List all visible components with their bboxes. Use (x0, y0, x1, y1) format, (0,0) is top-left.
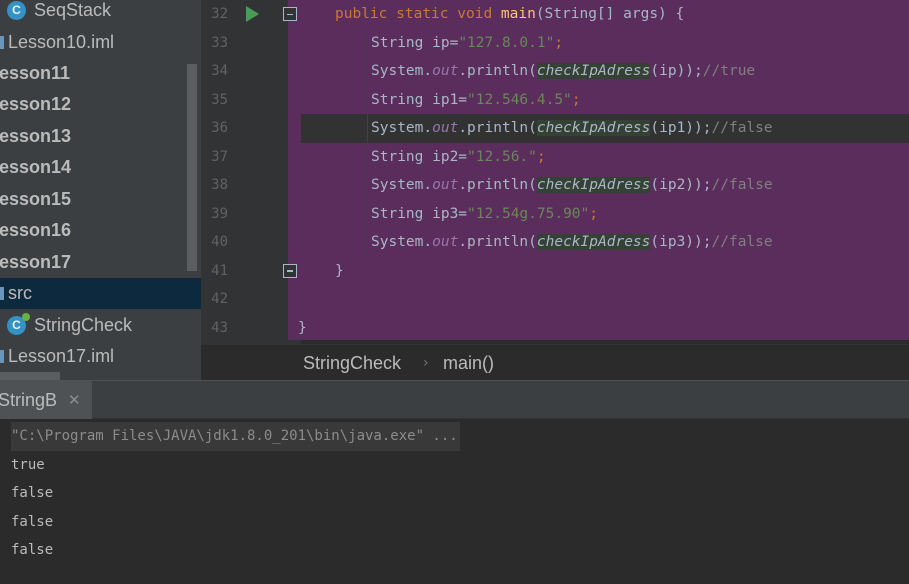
line-number: 35 (211, 91, 228, 108)
tree-horizontal-scrollbar[interactable] (0, 372, 201, 380)
tree-item-label: esson14 (0, 157, 72, 177)
code-line-37[interactable]: 37 String ip2="12.56."; (201, 143, 909, 172)
tree-item-label: SeqStack (34, 0, 112, 20)
runnable-icon (22, 313, 30, 321)
line-number: 40 (211, 234, 228, 250)
console-output-line: true (11, 456, 45, 473)
console-command-line: "C:\Program Files\JAVA\jdk1.8.0_201\bin\… (11, 422, 460, 451)
line-number: 32 (211, 6, 228, 22)
code-text: } (335, 262, 344, 279)
breadcrumb-separator-icon: › (423, 355, 429, 371)
code-text: String ip2="12.56."; (371, 148, 546, 165)
line-number: 39 (211, 205, 228, 222)
code-line-35[interactable]: 35 String ip1="12.546.4.5"; (201, 86, 909, 115)
line-number: 36 (211, 120, 228, 136)
line-number: 37 (211, 148, 228, 165)
code-line-32[interactable]: 32 public static void main(String[] args… (201, 0, 909, 29)
code-line-33[interactable]: 33 String ip="127.8.0.1"; (201, 29, 909, 58)
module-file-icon (0, 36, 4, 49)
close-icon[interactable]: ✕ (68, 381, 81, 420)
code-text: System.out.println(checkIpAdress(ip1));/… (371, 120, 773, 136)
code-text: System.out.println(checkIpAdress(ip2));/… (371, 177, 773, 193)
tree-item-lesson17-iml[interactable]: Lesson17.iml (0, 341, 201, 372)
tree-item-seqstack[interactable]: C SeqStack (0, 0, 201, 26)
line-number: 41 (211, 262, 228, 279)
tree-item-label: StringCheck (34, 315, 133, 335)
line-number: 34 (211, 63, 228, 79)
code-line-38[interactable]: 38 System.out.println(checkIpAdress(ip2)… (201, 171, 909, 200)
fold-icon[interactable] (283, 263, 297, 278)
code-text: } (298, 319, 307, 336)
tree-item-label: esson16 (0, 220, 72, 240)
code-text: String ip1="12.546.4.5"; (371, 91, 581, 108)
run-tab-label: StringB (0, 390, 58, 410)
tree-item-lesson13[interactable]: esson13 (0, 121, 201, 152)
code-text: System.out.println(checkIpAdress(ip3));/… (371, 234, 773, 250)
run-tab-stringb[interactable]: StringB ✕ (0, 381, 92, 420)
code-text: String ip3="12.54g.75.90"; (371, 205, 598, 222)
tree-item-label: src (8, 283, 32, 303)
tree-item-lesson11[interactable]: esson11 (0, 58, 201, 89)
tree-item-lesson16[interactable]: esson16 (0, 215, 201, 246)
code-line-39[interactable]: 39 String ip3="12.54g.75.90"; (201, 200, 909, 229)
tree-item-label: esson15 (0, 189, 72, 209)
project-tree[interactable]: C SeqStack Lesson10.iml esson11 esson12 … (0, 0, 201, 380)
tree-item-lesson14[interactable]: esson14 (0, 152, 201, 183)
tree-item-stringcheck[interactable]: C StringCheck (0, 310, 201, 341)
scrollbar-thumb[interactable] (0, 372, 60, 380)
module-file-icon (0, 350, 4, 363)
folder-icon (0, 287, 4, 300)
tree-item-src[interactable]: src (0, 278, 201, 309)
fold-icon[interactable] (283, 7, 297, 21)
line-number: 38 (211, 177, 228, 193)
code-line-42[interactable]: 42 (201, 285, 909, 314)
code-text: String ip="127.8.0.1"; (371, 34, 564, 51)
breadcrumb-file[interactable]: StringCheck (303, 345, 401, 381)
code-line-41[interactable]: 41 } (201, 257, 909, 286)
code-line-34[interactable]: 34 System.out.println(checkIpAdress(ip))… (201, 57, 909, 86)
breadcrumb-method[interactable]: main() (443, 345, 494, 381)
console-output-line: false (11, 542, 54, 558)
tree-item-label: Lesson10.iml (8, 32, 115, 52)
code-text: System.out.println(checkIpAdress(ip));//… (371, 63, 756, 79)
class-icon: C (7, 1, 26, 20)
breadcrumb: StringCheck › main() (201, 344, 909, 380)
tree-item-label: Lesson17.iml (8, 346, 115, 366)
line-number: 43 (211, 319, 228, 336)
code-editor[interactable]: 32 public static void main(String[] args… (201, 0, 909, 344)
code-line-36[interactable]: 36 System.out.println(checkIpAdress(ip1)… (201, 114, 909, 143)
tree-item-lesson12[interactable]: esson12 (0, 89, 201, 120)
tree-item-lesson10-iml[interactable]: Lesson10.iml (0, 27, 201, 58)
line-number: 33 (211, 34, 228, 51)
tree-item-lesson15[interactable]: esson15 (0, 184, 201, 215)
code-line-40[interactable]: 40 System.out.println(checkIpAdress(ip3)… (201, 228, 909, 257)
tree-item-lesson17[interactable]: esson17 (0, 247, 201, 278)
tree-item-label: esson11 (0, 63, 71, 83)
run-tool-window-tabs: StringB ✕ (0, 380, 909, 420)
console-output-line: false (11, 485, 54, 501)
tree-item-label: esson13 (0, 126, 72, 146)
line-number: 42 (211, 291, 228, 307)
tree-vertical-scrollbar[interactable] (187, 64, 197, 271)
console-output-line: false (11, 513, 54, 530)
run-gutter-icon[interactable] (246, 6, 259, 22)
code-line-43[interactable]: 43 } (201, 314, 909, 343)
tree-item-label: esson17 (0, 252, 72, 272)
code-text: public static void main(String[] args) { (335, 6, 685, 22)
tree-item-label: esson12 (0, 94, 72, 114)
console-output[interactable]: "C:\Program Files\JAVA\jdk1.8.0_201\bin\… (0, 419, 909, 584)
